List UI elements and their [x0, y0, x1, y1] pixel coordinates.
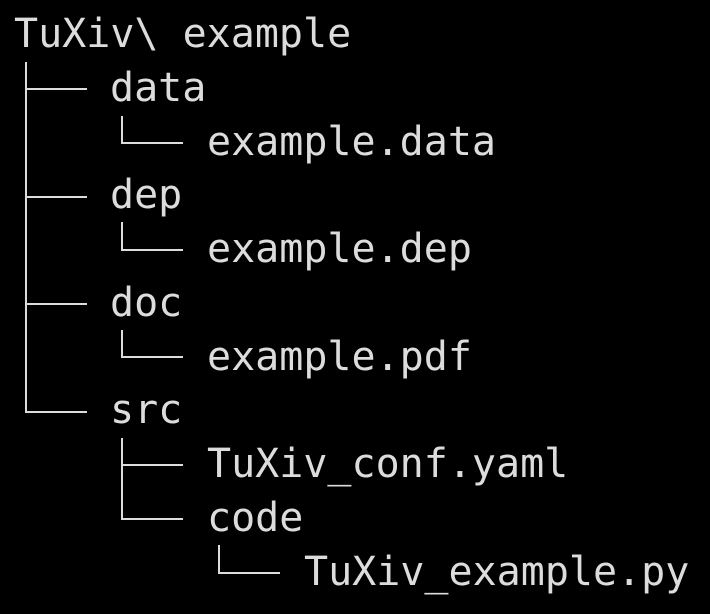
- dir-dep: dep: [110, 172, 183, 218]
- branch-doc: [25, 303, 87, 305]
- dir-doc: doc: [110, 280, 183, 326]
- trunk-dep: [121, 222, 123, 250]
- dir-data: data: [110, 65, 207, 111]
- trunk-doc: [121, 330, 123, 357]
- branch-example-dep: [121, 249, 183, 251]
- branch-data: [25, 88, 87, 90]
- dir-code: code: [207, 495, 304, 541]
- branch-dep: [25, 196, 87, 198]
- tree-trunk-root: [25, 62, 27, 412]
- trunk-data: [121, 116, 123, 143]
- file-example-dep: example.dep: [207, 226, 472, 272]
- branch-conf: [121, 464, 183, 466]
- dir-src: src: [110, 387, 183, 433]
- file-example-data: example.data: [207, 119, 496, 165]
- branch-code: [121, 518, 183, 520]
- terminal-window: TuXiv\ example data example.data dep exa…: [0, 0, 710, 614]
- trunk-code: [218, 545, 220, 573]
- root-dir: TuXiv\ example: [14, 11, 352, 57]
- branch-example-data: [121, 142, 183, 144]
- branch-example-py: [218, 572, 280, 574]
- file-conf-yaml: TuXiv_conf.yaml: [207, 441, 569, 487]
- branch-example-pdf: [121, 356, 183, 358]
- trunk-src: [121, 438, 123, 519]
- file-example-pdf: example.pdf: [207, 334, 472, 380]
- branch-src: [25, 411, 87, 413]
- file-example-py: TuXiv_example.py: [304, 549, 690, 595]
